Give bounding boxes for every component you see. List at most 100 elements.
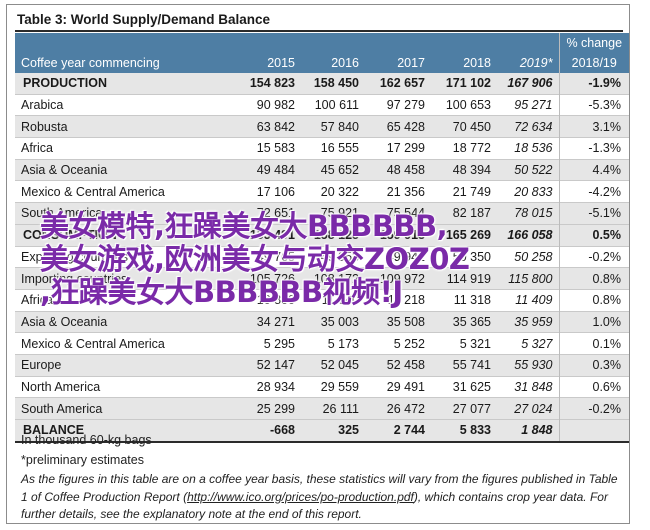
cell-2019: 55 930 — [497, 354, 559, 377]
table-row: Arabica 90 982 100 611 97 279 100 653 95 271-… — [15, 94, 629, 116]
cell-2018: 27 077 — [431, 397, 497, 420]
cell-2018: 5 321 — [459, 336, 491, 351]
cell-2015: 25 299 — [233, 397, 301, 420]
cell-2018: 35 365 — [431, 311, 497, 333]
cell-change: -5.3% — [558, 94, 629, 116]
cell-2018: 70 450 — [431, 115, 497, 138]
cell-2018: 21 749 — [452, 184, 491, 199]
cell-2019: 5 327 — [521, 336, 553, 351]
column-header-label: Coffee year commencing — [15, 52, 233, 73]
cell-2017: 17 299 — [386, 141, 425, 156]
title-rule — [15, 30, 623, 32]
cell-2019: 31 848 — [514, 379, 553, 394]
cell-change — [558, 419, 629, 442]
cell-2015: 154 823 — [233, 73, 301, 95]
cell-2018: 100 653 — [445, 98, 491, 113]
cell-2017: 29 491 — [386, 379, 425, 394]
cell-2019: 50 522 — [497, 159, 559, 181]
cell-change: -4.2% — [558, 180, 629, 203]
production-report-link[interactable]: http://www.ico.org/prices/po-production.… — [187, 490, 414, 504]
cell-2015: 17 106 — [256, 184, 295, 199]
table-row: PRODUCTION 154 823 158 450 162 657 171 102 16… — [15, 73, 629, 95]
column-header-2019: 2019* — [497, 52, 559, 73]
cell-2017: 26 472 — [365, 397, 431, 420]
row-label: Mexico & Central America — [21, 336, 165, 351]
cell-change: 0.6% — [558, 376, 629, 398]
cell-change: 3.1% — [558, 115, 629, 138]
watermark-overlay-text: 美女模特,狂躁美女大BBBBBB, 美女游戏,欧洲美女与动交ZOZ0Z ,狂躁美… — [40, 210, 580, 309]
cell-2015: 28 934 — [256, 379, 295, 394]
row-label: Asia & Oceania — [15, 159, 233, 181]
cell-2016: 35 003 — [301, 311, 365, 333]
row-label: Europe — [15, 354, 233, 377]
cell-2018: 171 102 — [431, 73, 497, 95]
cell-2017: 21 356 — [386, 184, 425, 199]
cell-change: -1.3% — [558, 137, 629, 160]
row-label: PRODUCTION — [15, 73, 233, 95]
cell-2019: 167 906 — [497, 73, 559, 95]
cell-2015: 90 982 — [256, 98, 295, 113]
cell-2015: 15 583 — [256, 141, 295, 156]
overlay-line-2: 美女游戏,欧洲美女与动交ZOZ0Z — [40, 242, 470, 276]
cell-2017: 5 252 — [393, 336, 425, 351]
cell-2018: 55 741 — [431, 354, 497, 377]
cell-2015: 63 842 — [233, 115, 301, 138]
cell-2017: 97 279 — [386, 98, 425, 113]
row-label: Robusta — [15, 115, 233, 138]
row-label: Mexico & Central America — [21, 184, 165, 199]
cell-2016: 45 652 — [301, 159, 365, 181]
cell-2019: 95 271 — [514, 98, 553, 113]
cell-2016: 20 322 — [320, 184, 359, 199]
overlay-line-1: 美女模特,狂躁美女大BBBBBB, — [40, 209, 448, 243]
cell-2019: 72 634 — [497, 115, 559, 138]
cell-2015: 5 295 — [263, 336, 295, 351]
table-notes: In thousand 60-kg bags *preliminary esti… — [21, 430, 152, 470]
column-header-2015: 2015 — [233, 52, 301, 73]
cell-change: 0.1% — [558, 332, 629, 355]
cell-change: 4.4% — [558, 159, 629, 181]
table-row: Mexico & Central America 17 106 20 322 21 3… — [15, 180, 629, 203]
cell-2016: 26 111 — [301, 397, 365, 420]
table-row: Europe 52 147 52 045 52 458 55 741 55 930 0.3% — [15, 354, 629, 377]
table-row: Asia & Oceania 34 271 35 003 35 508 35 365 35… — [15, 311, 629, 333]
cell-2018: 48 394 — [431, 159, 497, 181]
cell-2018: 18 772 — [452, 141, 491, 156]
cell-2019: 35 959 — [497, 311, 559, 333]
cell-2019: 27 024 — [497, 397, 559, 420]
change-header-line1: % change — [558, 33, 629, 52]
cell-2019: 1 848 — [497, 419, 559, 442]
cell-2017: 48 458 — [365, 159, 431, 181]
cell-2016: 158 450 — [301, 73, 365, 95]
cell-change: 1.0% — [558, 311, 629, 333]
cell-change: -0.2% — [558, 397, 629, 420]
header-row: Coffee year commencing 2015 2016 2017 20… — [15, 52, 629, 73]
cell-2018: 5 833 — [431, 419, 497, 442]
cell-2019: 18 536 — [514, 141, 553, 156]
table-row: Mexico & Central America 5 295 5 173 5 252 5… — [15, 332, 629, 355]
overlay-line-3: ,狂躁美女大BBBBBB视频!J — [40, 275, 403, 309]
cell-change: -1.9% — [558, 73, 629, 95]
table-title: Table 3: World Supply/Demand Balance — [17, 12, 271, 27]
cell-2016: 52 045 — [301, 354, 365, 377]
cell-2017: 2 744 — [365, 419, 431, 442]
row-label: North America — [21, 379, 101, 394]
cell-2017: 65 428 — [365, 115, 431, 138]
table-row: Robusta 63 842 57 840 65 428 70 450 72 634 3.1… — [15, 115, 629, 138]
table-row: South America 25 299 26 111 26 472 27 077 27 … — [15, 397, 629, 420]
cell-2016: 100 611 — [314, 98, 359, 113]
column-header-2017: 2017 — [365, 52, 431, 73]
cell-2019: 20 833 — [514, 184, 553, 199]
cell-2015: 52 147 — [233, 354, 301, 377]
cell-2015: -668 — [233, 419, 301, 442]
row-label: South America — [15, 397, 233, 420]
cell-2017: 52 458 — [365, 354, 431, 377]
cell-2016: 16 555 — [320, 141, 359, 156]
cell-change: 0.3% — [558, 354, 629, 377]
cell-2015: 49 484 — [233, 159, 301, 181]
row-label: Asia & Oceania — [15, 311, 233, 333]
column-header-2018: 2018 — [431, 52, 497, 73]
cell-2016: 57 840 — [301, 115, 365, 138]
cell-2016: 325 — [301, 419, 365, 442]
table-row: North America 28 934 29 559 29 491 31 625 31 … — [15, 376, 629, 398]
footnote: As the figures in this table are on a co… — [21, 471, 625, 524]
